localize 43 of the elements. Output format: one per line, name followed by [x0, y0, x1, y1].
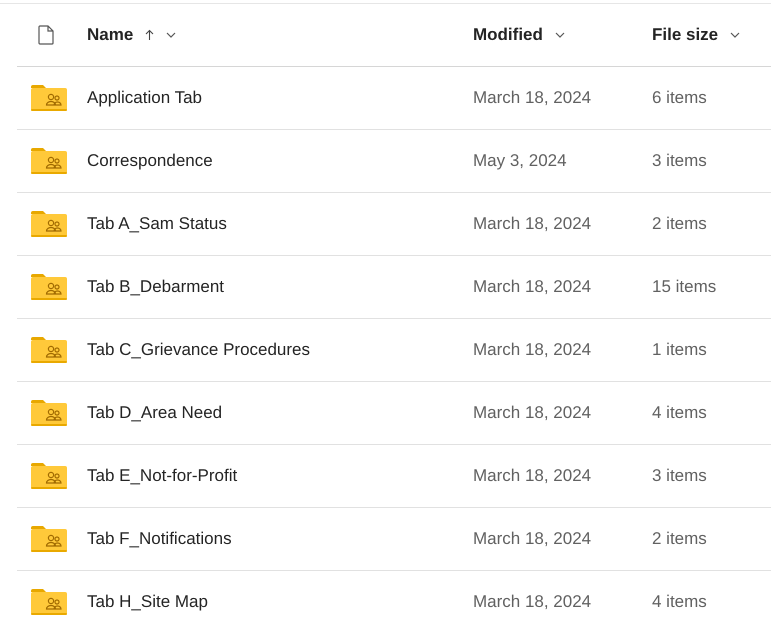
modified-date: March 18, 2024: [473, 340, 592, 360]
folder-name[interactable]: Tab F_Notifications: [87, 529, 473, 549]
column-header[interactable]: File size: [652, 25, 718, 45]
folder-name[interactable]: Tab B_Debarment: [87, 277, 473, 297]
modified-date: March 18, 2024: [473, 403, 592, 423]
shared-folder-icon: [30, 84, 68, 112]
item-count: 2 items: [652, 529, 708, 549]
item-count: 3 items: [652, 466, 708, 486]
file-icon: [38, 25, 54, 45]
column-header[interactable]: Name: [87, 25, 134, 45]
shared-folder-icon: [30, 147, 68, 175]
modified-date: March 18, 2024: [473, 529, 592, 549]
shared-folder-icon: [30, 336, 68, 364]
shared-folder-icon: [30, 525, 68, 553]
folder-name[interactable]: Correspondence: [87, 151, 473, 171]
modified-date: March 18, 2024: [473, 592, 592, 612]
item-count: 3 items: [652, 151, 708, 171]
shared-folder-icon: [30, 462, 68, 490]
folder-name[interactable]: Application Tab: [87, 88, 473, 108]
shared-folder-icon: [30, 588, 68, 616]
folder-name[interactable]: Tab H_Site Map: [87, 592, 473, 612]
column-header[interactable]: Modified: [473, 25, 543, 45]
shared-folder-icon: [30, 273, 68, 301]
item-count: 4 items: [652, 592, 708, 612]
shared-folder-icon: [30, 399, 68, 427]
item-count: 2 items: [652, 214, 708, 234]
folder-name[interactable]: Tab E_Not-for-Profit: [87, 466, 473, 486]
shared-folder-icon: [30, 210, 68, 238]
modified-date: March 18, 2024: [473, 277, 592, 297]
modified-date: May 3, 2024: [473, 151, 568, 171]
item-count: 15 items: [652, 277, 718, 297]
item-count: 1 items: [652, 340, 708, 360]
item-count: 4 items: [652, 403, 708, 423]
chevron-down-icon[interactable]: [730, 32, 740, 38]
modified-date: March 18, 2024: [473, 214, 592, 234]
chevron-down-icon[interactable]: [166, 32, 176, 38]
modified-date: March 18, 2024: [473, 466, 592, 486]
chevron-down-icon[interactable]: [554, 32, 565, 38]
modified-date: March 18, 2024: [473, 88, 592, 108]
folder-name[interactable]: Tab D_Area Need: [87, 403, 473, 423]
folder-name[interactable]: Tab A_Sam Status: [87, 214, 473, 234]
folder-name[interactable]: Tab C_Grievance Procedures: [87, 340, 473, 360]
item-count: 6 items: [652, 88, 708, 108]
